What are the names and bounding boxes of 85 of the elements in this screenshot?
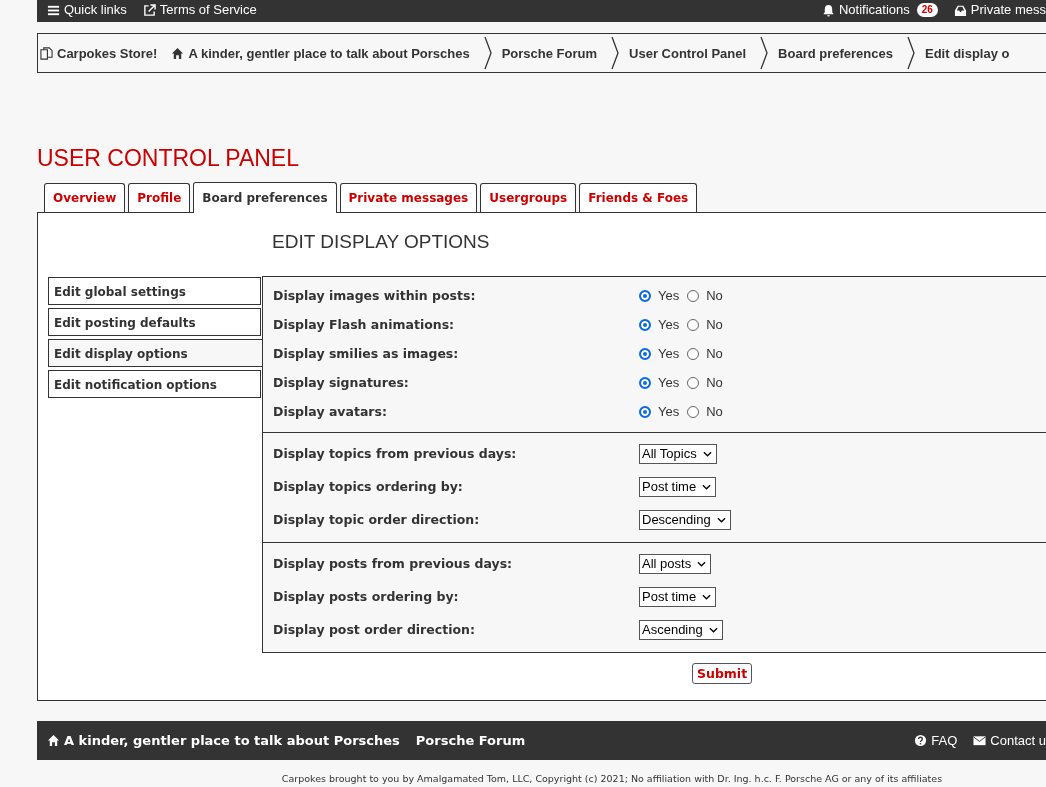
footer-link[interactable]: A kinder, gentler place to talk about Porsches: [47, 733, 400, 748]
radio-button[interactable]: [687, 318, 700, 331]
envelope-icon: [973, 734, 987, 747]
radio-option[interactable]: Yes: [639, 404, 680, 419]
tab[interactable]: Overview: [44, 183, 126, 212]
radio-option[interactable]: No: [687, 346, 723, 361]
option-label: Display avatars:: [273, 404, 388, 419]
chevron-icon: [611, 36, 620, 70]
radio-button[interactable]: [687, 289, 700, 302]
footer-link[interactable]: Contact u: [973, 733, 1046, 748]
notification-count: 26: [916, 3, 938, 17]
dropdown[interactable]: Ascending: [639, 619, 723, 640]
option-label: Display post order direction:: [273, 622, 476, 637]
tab[interactable]: Private messages: [339, 183, 478, 212]
option-label: Display topics ordering by:: [273, 479, 464, 494]
external-link-icon: [142, 3, 156, 17]
top-bar-link[interactable]: Terms of Service: [142, 3, 257, 17]
dropdown[interactable]: All posts: [639, 553, 712, 574]
radio-option[interactable]: No: [687, 288, 723, 303]
breadcrumb-link[interactable]: User Control Panel: [629, 45, 747, 61]
breadcrumb-link[interactable]: Edit display o: [924, 45, 1010, 61]
option-label: Display Flash animations:: [273, 317, 456, 332]
radio-button[interactable]: [639, 289, 651, 302]
sidebar-item[interactable]: Edit global settings: [48, 277, 261, 305]
breadcrumb-link[interactable]: A kinder, gentler place to talk about Porsches: [171, 45, 470, 61]
sidebar-item[interactable]: Edit posting defaults: [48, 308, 261, 336]
radio-button[interactable]: [639, 376, 651, 389]
chevron-icon: [906, 36, 915, 70]
radio-button[interactable]: [639, 347, 651, 360]
radio-option[interactable]: Yes: [639, 288, 680, 303]
top-bar-link[interactable]: Quick links: [47, 3, 127, 17]
option-label: Display topics from previous days:: [273, 446, 518, 461]
tab[interactable]: Profile: [128, 183, 191, 212]
radio-option[interactable]: Yes: [639, 317, 680, 332]
caret-icon: [702, 483, 712, 490]
footer-link[interactable]: Porsche Forum: [415, 733, 526, 748]
sidebar-item[interactable]: Edit notification options: [48, 370, 261, 398]
option-label: Display posts ordering by:: [273, 589, 460, 604]
dropdown[interactable]: Post time: [639, 476, 717, 497]
option-label: Display topic order direction:: [273, 512, 481, 527]
home-icon: [47, 734, 60, 747]
breadcrumb-link[interactable]: Porsche Forum: [501, 45, 598, 61]
help-icon: [914, 734, 928, 747]
home-icon: [171, 46, 185, 60]
caret-icon: [702, 450, 712, 457]
radio-option[interactable]: No: [687, 375, 723, 390]
dropdown[interactable]: Post time: [639, 586, 717, 607]
option-label: Display smilies as images:: [273, 346, 460, 361]
caret-icon: [716, 516, 726, 523]
radio-option[interactable]: Yes: [639, 375, 680, 390]
radio-button[interactable]: [687, 405, 700, 418]
top-bar-link[interactable]: Notifications 26: [821, 3, 938, 17]
chevron-icon: [483, 36, 492, 70]
tab[interactable]: Board preferences: [193, 182, 337, 213]
tab[interactable]: Friends & Foes: [579, 183, 698, 212]
radio-option[interactable]: No: [687, 404, 723, 419]
dropdown[interactable]: All Topics: [639, 443, 717, 464]
caret-icon: [708, 626, 718, 633]
radio-button[interactable]: [687, 347, 700, 360]
radio-option[interactable]: Yes: [639, 346, 680, 361]
copyright-text: Carpokes brought to you by Amalgamated Tom, LLC, Copyright (c) 2021; No affiliation with Dr. Ing. h.c. F. Porsche AG or any of its affiliates: [280, 773, 944, 784]
page-title: USER CONTROL PANEL: [37, 145, 300, 173]
option-label: Display images within posts:: [273, 288, 477, 303]
tab[interactable]: Usergroups: [480, 183, 577, 212]
breadcrumb-link[interactable]: Carpokes Store!: [40, 45, 158, 61]
dropdown[interactable]: Descending: [639, 509, 731, 530]
top-bar-link[interactable]: Private mess: [953, 3, 1046, 17]
radio-button[interactable]: [687, 376, 700, 389]
menu-icon: [47, 3, 60, 17]
bell-icon: [821, 3, 835, 17]
footer-link[interactable]: FAQ: [914, 733, 958, 748]
caret-icon: [697, 560, 707, 567]
inbox-icon: [953, 3, 967, 17]
option-label: Display posts from previous days:: [273, 556, 514, 571]
radio-button[interactable]: [639, 318, 651, 331]
option-label: Display signatures:: [273, 375, 410, 390]
submit-button[interactable]: Submit: [692, 663, 753, 684]
breadcrumb-link[interactable]: Board preferences: [778, 45, 893, 61]
chevron-icon: [760, 36, 769, 70]
radio-button[interactable]: [639, 405, 651, 418]
document-icon: [40, 46, 53, 60]
sidebar-item[interactable]: Edit display options: [48, 339, 262, 367]
section-heading: EDIT DISPLAY OPTIONS: [271, 230, 491, 254]
caret-icon: [702, 593, 712, 600]
radio-option[interactable]: No: [687, 317, 723, 332]
